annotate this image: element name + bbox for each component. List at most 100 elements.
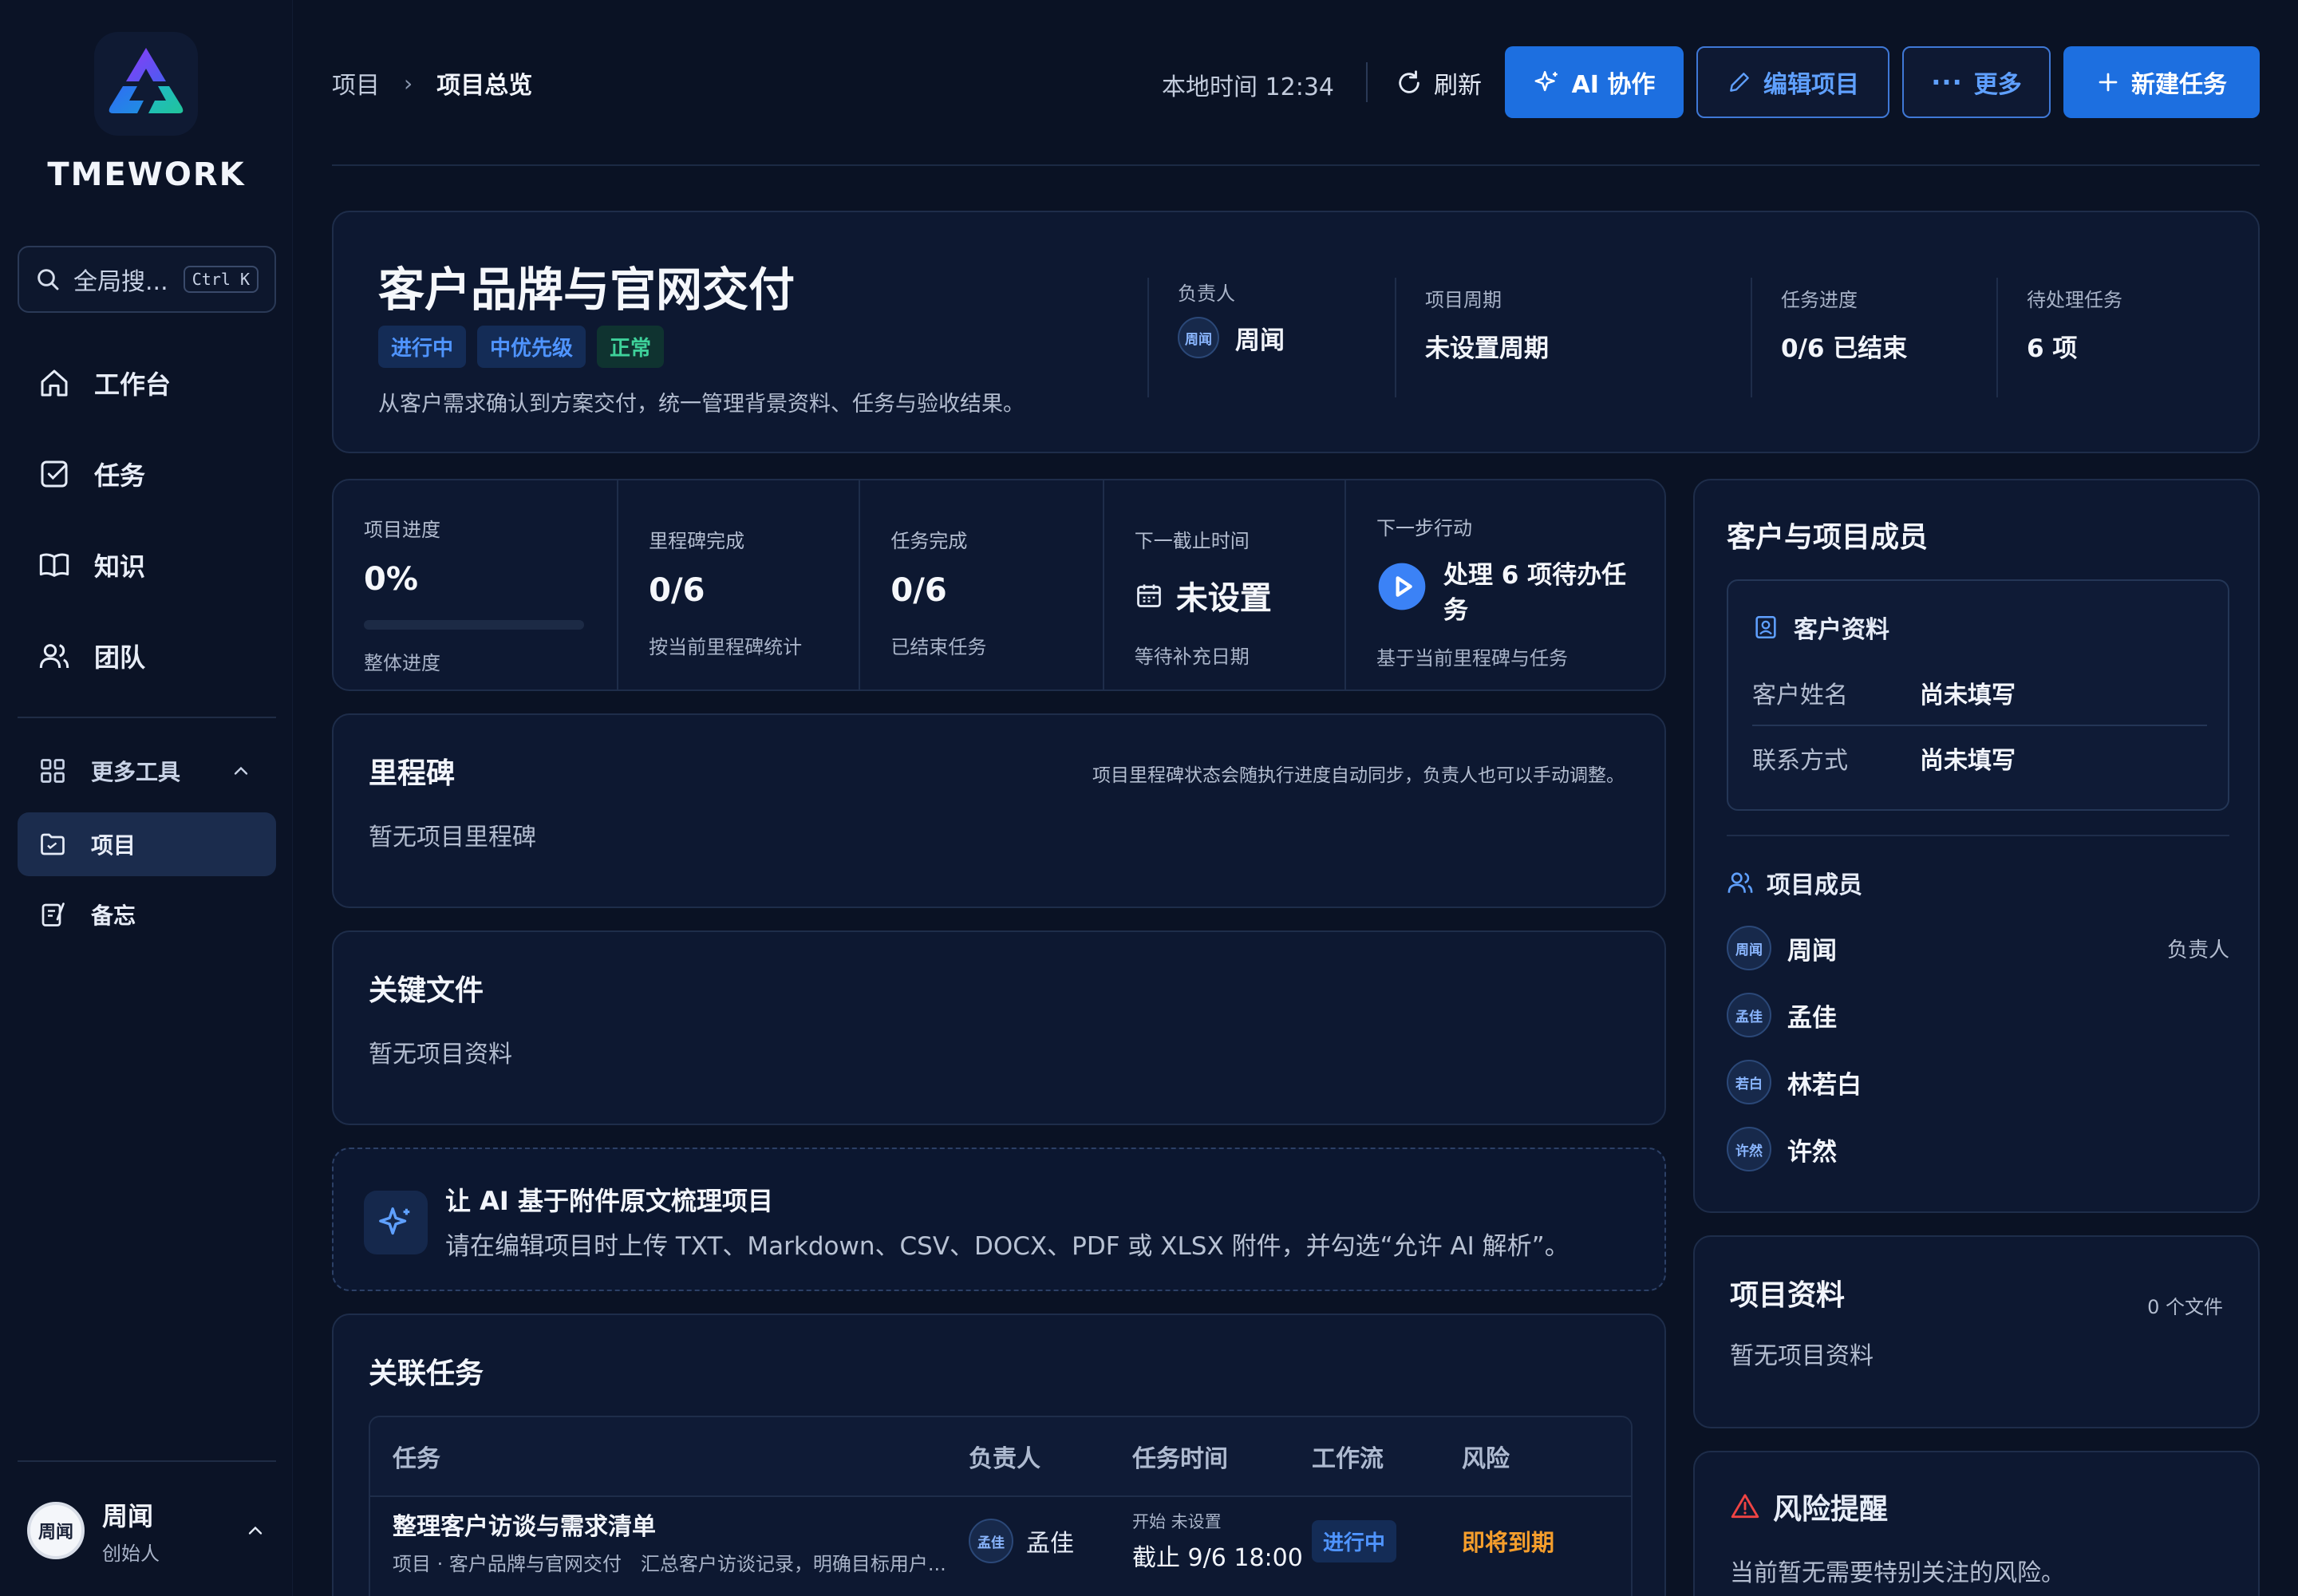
- sidebar-item-memo[interactable]: 备忘: [18, 883, 276, 946]
- next-action[interactable]: 处理 6 项待办任务: [1376, 558, 1664, 628]
- section-title: 里程碑: [369, 757, 456, 790]
- stat-sub: 基于当前里程碑与任务: [1376, 647, 1568, 670]
- status-badge: 进行中: [378, 326, 467, 368]
- avatar: 周闻: [1178, 317, 1219, 358]
- sidebar-item-label: 任务: [94, 460, 146, 491]
- task-risk: 即将到期: [1462, 1524, 1629, 1558]
- period-stat: 项目周期 未设置周期: [1395, 278, 1754, 397]
- task-progress-stat: 任务进度 0/6 已结束: [1751, 278, 1998, 397]
- task-workflow: 进行中: [1312, 1519, 1462, 1562]
- task-progress-label: 任务进度: [1781, 289, 1858, 311]
- grid-icon: [41, 759, 65, 783]
- sidebar-item-knowledge[interactable]: 知识: [18, 533, 276, 597]
- avatar: 周闻: [1727, 926, 1771, 970]
- stat-label: 下一步行动: [1376, 517, 1472, 539]
- new-task-label: 新建任务: [2131, 71, 2227, 99]
- contact-card-icon: [1755, 615, 1776, 639]
- period-value: 未设置周期: [1425, 334, 1549, 363]
- table-header: 任务 负责人 任务时间 工作流 风险: [370, 1417, 1631, 1497]
- table-row[interactable]: 整理客户访谈与需求清单 项目 · 客户品牌与官网交付 汇总客户访谈记录，明确目标…: [370, 1497, 1631, 1585]
- topbar-divider: [332, 164, 2260, 166]
- sidebar-item-label: 项目: [91, 832, 136, 859]
- member-role: 负责人: [2166, 938, 2229, 962]
- owner-label: 负责人: [1178, 282, 1235, 305]
- project-description: 从客户需求确认到方案交付，统一管理背景资料、任务与验收结果。: [378, 392, 1025, 417]
- field-value: 尚未填写: [1920, 681, 2016, 709]
- breadcrumb-projects-link[interactable]: 项目: [332, 65, 380, 101]
- sidebar-item-tasks[interactable]: 任务: [18, 442, 276, 506]
- user-profile[interactable]: 周闻 周闻 创始人: [18, 1483, 276, 1578]
- member-item[interactable]: 孟佳 孟佳: [1727, 991, 2229, 1039]
- risk-badge: 即将到期: [1462, 1529, 1555, 1556]
- app-logo[interactable]: [94, 32, 198, 136]
- calendar-icon: [1136, 584, 1161, 607]
- folder-icon: [41, 833, 65, 855]
- book-icon: [39, 553, 69, 577]
- new-task-button[interactable]: 新建任务: [2063, 46, 2260, 118]
- sidebar-item-projects[interactable]: 项目: [18, 812, 276, 876]
- field-label: 客户姓名: [1752, 681, 1848, 709]
- members-card: 客户与项目成员 客户资料 客户姓名 尚未填写 联系方式 尚未填写 项目成员 周闻…: [1693, 479, 2260, 1213]
- sidebar-item-workbench[interactable]: 工作台: [18, 351, 276, 415]
- members-title: 项目成员: [1767, 871, 1862, 899]
- field-label: 联系方式: [1752, 747, 1848, 775]
- ellipsis-icon: ···: [1931, 67, 1963, 97]
- sidebar-item-team[interactable]: 团队: [18, 624, 276, 688]
- milestones-card: 里程碑 项目里程碑状态会随执行进度自动同步，负责人也可以手动调整。 暂无项目里程…: [332, 713, 1666, 908]
- home-icon: [41, 369, 68, 397]
- owner-stat: 负责人 周闻 周闻: [1147, 278, 1395, 397]
- chevron-up-icon: [234, 766, 248, 775]
- member-item[interactable]: 若白 林若白: [1727, 1058, 2229, 1106]
- customer-info-panel: 客户资料 客户姓名 尚未填写 联系方式 尚未填写: [1727, 579, 2229, 811]
- sparkle-icon: [379, 1207, 410, 1235]
- task-name[interactable]: 整理客户访谈与需求清单: [393, 1507, 969, 1542]
- stat-project-progress: 项目进度 0% 整体进度: [334, 480, 619, 689]
- task-sub: 项目 · 客户品牌与官网交付 汇总客户访谈记录，明确目标用户...: [393, 1552, 946, 1575]
- warning-icon: [1731, 1494, 1759, 1519]
- stat-label: 下一截止时间: [1134, 530, 1250, 552]
- play-icon: [1378, 563, 1426, 610]
- member-item[interactable]: 许然 许然: [1727, 1125, 2229, 1173]
- task-cell: 整理客户访谈与需求清单 项目 · 客户品牌与官网交付 汇总客户访谈记录，明确目标…: [370, 1507, 969, 1576]
- ai-hint-title: 让 AI 基于附件原文梳理项目: [445, 1186, 773, 1216]
- toolbar-divider: [1366, 62, 1368, 102]
- related-tasks-card: 关联任务 任务 负责人 任务时间 工作流 风险 整理客户访谈与需求清单 项目 ·…: [332, 1314, 1666, 1596]
- edit-project-button[interactable]: 编辑项目: [1696, 46, 1889, 118]
- member-item[interactable]: 周闻 周闻 负责人: [1727, 924, 2229, 972]
- stat-sub: 按当前里程碑统计: [649, 636, 803, 658]
- key-files-card: 关键文件 暂无项目资料: [332, 930, 1666, 1125]
- risk-desc: 当前暂无需要特别关注的风险。: [1730, 1559, 2065, 1587]
- ai-collab-label: AI 协作: [1571, 71, 1656, 99]
- top-bar: 项目 › 项目总览 本地时间 12:34 刷新 AI 协作 编辑项目 ··· 更…: [332, 40, 2260, 126]
- more-tools-toggle[interactable]: 更多工具: [18, 739, 276, 803]
- task-time: 开始 未设置 截止 9/6 18:00: [1132, 1509, 1312, 1573]
- empty-state: 暂无项目资料: [369, 1041, 512, 1069]
- stat-tasks: 任务完成 0/6 已结束任务: [860, 480, 1104, 689]
- sparkle-icon: [1534, 70, 1558, 92]
- stat-milestones: 里程碑完成 0/6 按当前里程碑统计: [618, 480, 861, 689]
- refresh-label: 刷新: [1434, 72, 1482, 100]
- member-name: 林若白: [1787, 1070, 1862, 1100]
- edit-project-label: 编辑项目: [1763, 71, 1859, 99]
- section-title: 客户与项目成员: [1727, 521, 1929, 554]
- refresh-button[interactable]: 刷新: [1396, 57, 1482, 109]
- priority-badge: 中优先级: [477, 326, 586, 368]
- checkbox-icon: [41, 460, 68, 488]
- task-start: 开始 未设置: [1132, 1512, 1222, 1531]
- field-value: 尚未填写: [1920, 747, 2016, 775]
- more-tools-label: 更多工具: [91, 759, 181, 785]
- logo-icon: [109, 48, 184, 113]
- health-badge: 正常: [597, 326, 665, 368]
- risk-title: 风险提醒: [1773, 1493, 1889, 1526]
- deadline-value: 未设置: [1175, 580, 1272, 617]
- refresh-icon: [1399, 70, 1419, 93]
- user-info: 周闻 创始人: [102, 1496, 244, 1566]
- more-button[interactable]: ··· 更多: [1902, 46, 2051, 118]
- period-label: 项目周期: [1425, 289, 1502, 311]
- tasks-table: 任务 负责人 任务时间 工作流 风险 整理客户访谈与需求清单 项目 · 客户品牌…: [369, 1416, 1633, 1596]
- ai-collab-button[interactable]: AI 协作: [1505, 46, 1684, 118]
- user-role: 创始人: [102, 1542, 160, 1565]
- customer-contact-row: 联系方式 尚未填写: [1752, 726, 2207, 790]
- global-search[interactable]: 全局搜... Ctrl K: [18, 246, 276, 313]
- plus-icon: [2099, 73, 2118, 92]
